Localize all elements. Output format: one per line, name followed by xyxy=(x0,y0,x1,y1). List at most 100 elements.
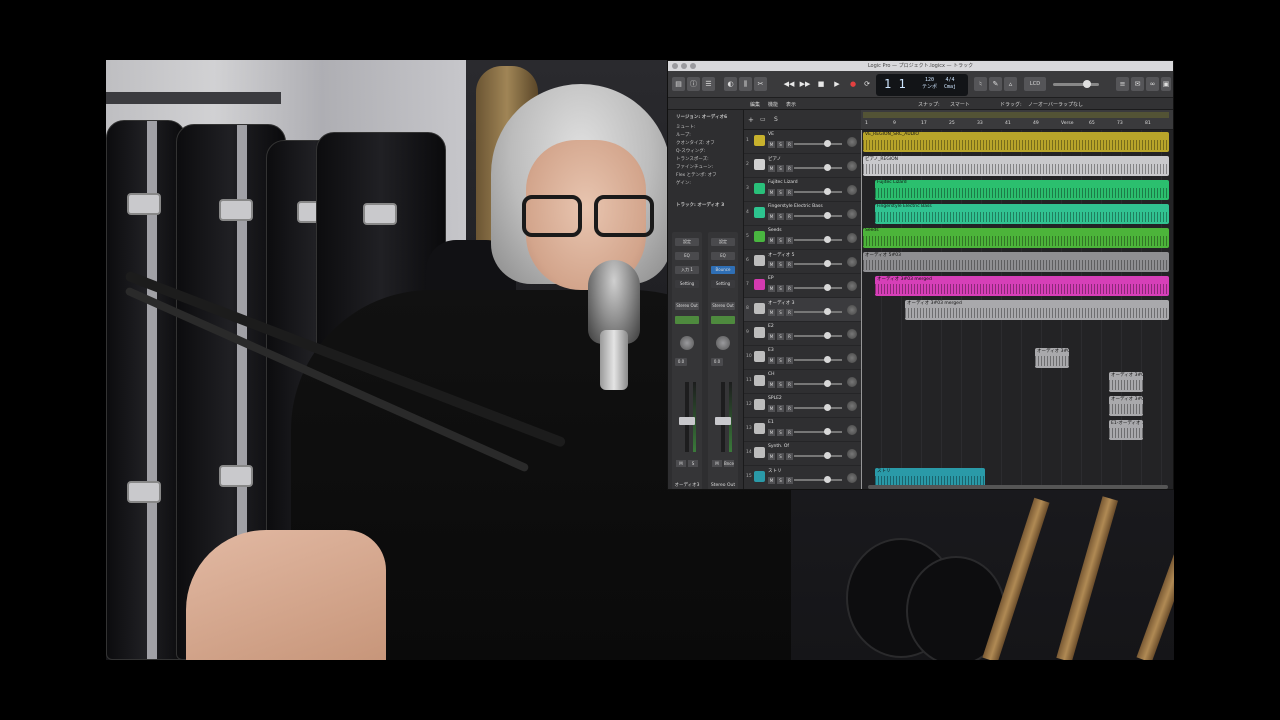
track-solo-button[interactable]: S xyxy=(777,189,784,196)
track-pan-knob[interactable] xyxy=(847,473,857,483)
track-pan-knob[interactable] xyxy=(847,233,857,243)
mixer-button[interactable]: ⫼ xyxy=(739,77,752,91)
volume-knob[interactable] xyxy=(824,308,831,315)
track-mute-button[interactable]: M xyxy=(768,309,775,316)
master-volume-slider[interactable] xyxy=(1053,80,1099,88)
add-track-icon[interactable]: + xyxy=(748,116,754,124)
track-volume-slider[interactable] xyxy=(794,236,842,243)
output-slot[interactable]: Stereo Out xyxy=(675,302,699,310)
track-row[interactable]: 6 オーディオ 5 MSR xyxy=(744,250,861,274)
volume-knob[interactable] xyxy=(1083,80,1091,88)
audio-region[interactable]: オーディオ 3#03 merged xyxy=(905,300,1169,320)
volume-knob[interactable] xyxy=(824,284,831,291)
horizontal-scrollbar[interactable] xyxy=(868,485,1168,489)
inspector-row[interactable]: ファインチューン: xyxy=(676,164,713,170)
track-record-button[interactable]: R xyxy=(786,405,793,412)
track-solo-button[interactable]: S xyxy=(777,165,784,172)
audio-fx-slot[interactable]: Setting xyxy=(675,280,699,288)
track-volume-slider[interactable] xyxy=(794,380,842,387)
track-volume-slider[interactable] xyxy=(794,452,842,459)
eq-slot[interactable]: EQ xyxy=(711,252,735,260)
track-volume-slider[interactable] xyxy=(794,164,842,171)
track-row[interactable]: 10 E3 M S R xyxy=(744,346,861,370)
track-pan-knob[interactable] xyxy=(847,329,857,339)
track-volume-slider[interactable] xyxy=(794,260,842,267)
track-name[interactable]: Fujitec Lizard xyxy=(768,180,798,185)
track-row[interactable]: 13 E1 M S R xyxy=(744,418,861,442)
track-pan-knob[interactable] xyxy=(847,209,857,219)
track-volume-slider[interactable] xyxy=(794,188,842,195)
track-row[interactable]: 4 Fingerstyle Electric Bass M S R xyxy=(744,202,861,226)
track-pan-knob[interactable] xyxy=(847,377,857,387)
track-mute-button[interactable]: M xyxy=(768,237,775,244)
notepad-icon[interactable]: ✉ xyxy=(1131,77,1144,91)
track-record-button[interactable]: R xyxy=(786,477,793,484)
track-mute-button[interactable]: M xyxy=(768,477,775,484)
audio-region[interactable]: オーディオ 5#03 xyxy=(863,252,1169,272)
inspector-row[interactable]: トランスポーズ: xyxy=(676,156,709,162)
audio-fx-slot[interactable]: Setting xyxy=(711,280,735,288)
menu-view[interactable]: 表示 xyxy=(786,101,796,108)
volume-knob[interactable] xyxy=(824,236,831,243)
track-row[interactable]: 11 CH M S R xyxy=(744,370,861,394)
track-volume-slider[interactable] xyxy=(794,332,842,339)
track-name[interactable]: SPLE2 xyxy=(768,396,782,401)
track-volume-slider[interactable] xyxy=(794,140,842,147)
track-record-button[interactable]: R xyxy=(786,357,793,364)
track-pan-knob[interactable] xyxy=(847,425,857,435)
volume-knob[interactable] xyxy=(824,428,831,435)
eq-slot[interactable]: EQ xyxy=(675,252,699,260)
track-name[interactable]: ピアノ xyxy=(768,156,781,162)
volume-knob[interactable] xyxy=(824,380,831,387)
arrange-area[interactable]: VE_REGION_SRC_AUDIO ピアノ_REGION Fujitec Liz… xyxy=(861,130,1173,489)
menu-functions[interactable]: 機能 xyxy=(768,101,778,108)
audio-region[interactable]: ピアノ_REGION xyxy=(863,156,1169,176)
track-pan-knob[interactable] xyxy=(847,353,857,363)
setting-slot[interactable]: 設定 xyxy=(675,238,699,246)
audio-region[interactable]: オーディオ 3#03 merged xyxy=(875,276,1169,296)
track-pan-knob[interactable] xyxy=(847,281,857,291)
track-pan-knob[interactable] xyxy=(847,185,857,195)
volume-knob[interactable] xyxy=(824,212,831,219)
track-row[interactable]: 7 EP M S R xyxy=(744,274,861,298)
track-row[interactable]: 12 SPLE2 M S R xyxy=(744,394,861,418)
track-pan-knob[interactable] xyxy=(847,305,857,315)
track-record-button[interactable]: R xyxy=(786,309,793,316)
group-slot[interactable] xyxy=(711,316,735,324)
track-volume-slider[interactable] xyxy=(794,212,842,219)
snap-select[interactable]: スマート xyxy=(950,101,970,108)
track-row[interactable]: 14 Synth. Of M S R xyxy=(744,442,861,466)
fast-forward-icon[interactable]: ▶▶ xyxy=(798,77,812,91)
track-record-button[interactable]: R xyxy=(786,261,793,268)
inspector-row[interactable]: ミュート: xyxy=(676,124,696,130)
list-editors-icon[interactable]: ≡ xyxy=(1116,77,1129,91)
track-pan-knob[interactable] xyxy=(847,449,857,459)
audio-region[interactable]: オーディオ 3#05 xyxy=(1109,396,1143,416)
audio-region[interactable]: VE_REGION_SRC_AUDIO xyxy=(863,132,1169,152)
track-record-button[interactable]: R xyxy=(786,213,793,220)
audio-region[interactable]: Fingerstyle Electric Bass xyxy=(875,204,1169,224)
track-volume-slider[interactable] xyxy=(794,284,842,291)
track-name[interactable]: Seeds xyxy=(768,228,782,233)
timeline-ruler[interactable]: 1 9 17 25 33 41 49 Verse 65 73 81 xyxy=(861,110,1173,130)
volume-fader[interactable] xyxy=(679,417,695,425)
track-solo-button[interactable]: S xyxy=(777,429,784,436)
solo-button[interactable]: S xyxy=(688,460,698,467)
smart-controls-button[interactable]: ◐ xyxy=(724,77,737,91)
track-solo-button[interactable]: S xyxy=(777,453,784,460)
track-mute-button[interactable]: M xyxy=(768,213,775,220)
track-solo-button[interactable]: S xyxy=(777,309,784,316)
inspector-region-header[interactable]: リージョン: オーディオ6 xyxy=(676,114,727,120)
track-name[interactable]: E1 xyxy=(768,420,774,425)
track-record-button[interactable]: R xyxy=(786,381,793,388)
inspector-button[interactable]: ⓘ xyxy=(687,77,700,91)
track-mute-button[interactable]: M xyxy=(768,357,775,364)
track-solo-button[interactable]: S xyxy=(777,141,784,148)
track-mute-button[interactable]: M xyxy=(768,381,775,388)
tuner-icon[interactable]: ♮ xyxy=(974,77,987,91)
global-tracks-icon[interactable]: ▭ xyxy=(760,116,766,123)
drag-select[interactable]: ノーオーバーラップなし xyxy=(1028,101,1083,108)
track-solo-button[interactable]: S xyxy=(777,381,784,388)
track-row[interactable]: 2 ピアノ M S R xyxy=(744,154,861,178)
track-record-button[interactable]: R xyxy=(786,333,793,340)
